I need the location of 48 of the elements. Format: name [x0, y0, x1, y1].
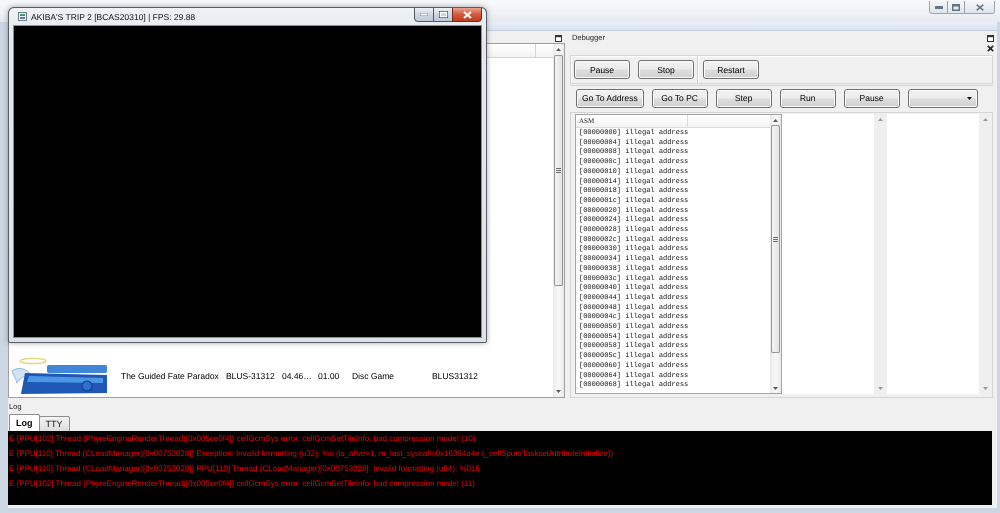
down-arrow-icon[interactable]: [773, 387, 778, 390]
table-cell-text: The Guided Fate Paradox: [120, 370, 219, 382]
debug-button[interactable]: Go To Address: [576, 88, 644, 108]
scrollbar[interactable]: [553, 44, 564, 397]
caret-icon: [966, 96, 972, 100]
debug-button[interactable]: Step: [716, 88, 772, 108]
close-icon: [462, 10, 472, 18]
maximize-button[interactable]: [433, 8, 452, 22]
tab[interactable]: Log: [9, 414, 40, 431]
up-arrow-icon[interactable]: [773, 119, 778, 122]
log-line: E {PPU[102] Thread (PhyreEngineRenderThread)[0x005ce0f4]} cellGcmSys error: cellGcmSetTileInfo: bad compression mode! (11): [9, 478, 476, 490]
close-button[interactable]: [452, 8, 482, 22]
debug-button[interactable]: Run: [780, 88, 836, 108]
table-cell-text: BLUS-31312: [225, 370, 275, 382]
tab[interactable]: TTY: [38, 416, 70, 431]
log-line: E {PPU[102] Thread (PhyreEngineRenderThread)[0x005ce0f4]} cellGcmSys error: cellGcmSetTileInfo: bad compression mode! (10): [9, 433, 476, 445]
toolbar-button[interactable]: Restart: [703, 60, 759, 79]
debug-button[interactable]: Go To PC: [652, 88, 708, 108]
scrollbar[interactable]: [770, 115, 781, 393]
close-icon[interactable]: [987, 45, 994, 52]
table-cell-text: 01.00: [317, 370, 340, 382]
down-arrow-icon[interactable]: [556, 390, 561, 393]
grip-icon: [773, 236, 778, 242]
scrollbar-thumb[interactable]: [771, 125, 780, 353]
minimize-icon: [420, 13, 428, 16]
close-button[interactable]: [964, 1, 995, 14]
close-icon: [976, 4, 984, 10]
minimize-button[interactable]: [414, 8, 433, 22]
log-line: E {PPU[110] Thread (CLoadManager)[0x00753028]} Exception: Invalid formatting (u32): %u (is_alive=1, m_last_syscall=0x16394a4e (_cellSpursTasksetAttributeInitialize)): [9, 448, 614, 460]
toolbar-button[interactable]: Stop: [638, 60, 694, 79]
toolbar-button[interactable]: Pause: [574, 60, 630, 79]
debug-button[interactable]: Pause: [844, 88, 900, 108]
scrollbar-thumb[interactable]: [554, 55, 563, 286]
grip-icon: [556, 168, 561, 173]
window-icon[interactable]: [555, 34, 562, 42]
up-arrow-icon[interactable]: [556, 48, 561, 51]
window-icon[interactable]: [987, 34, 994, 42]
log-line: E {PPU[110] Thread (CLoadManager)[0x00753028]} PPU[110] Thread (CLoadManager)[0x00753028]: Invalid formatting (u64): %016: [9, 463, 481, 475]
maximize-icon: [438, 11, 448, 18]
minimize-button[interactable]: [929, 1, 947, 14]
table-cell-text: BLUS31312: [431, 370, 478, 382]
table-cell-text: 04.46…: [281, 370, 312, 382]
table-cell-text: Disc Game: [351, 370, 394, 382]
maximize-icon: [952, 4, 960, 10]
window-title: AKIBA'S TRIP 2 [BCAS20310] | FPS: 29.88: [31, 12, 196, 22]
dropdown[interactable]: [908, 88, 978, 108]
app-icon: [18, 12, 27, 21]
minimize-icon: [934, 6, 942, 8]
